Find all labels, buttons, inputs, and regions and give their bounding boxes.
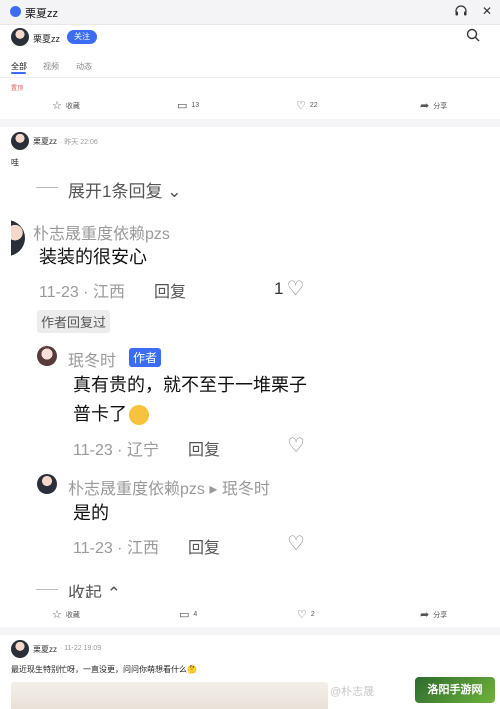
comment-icon: ▭ — [179, 609, 190, 621]
comment-button[interactable]: ▭ 4 — [179, 608, 197, 621]
heart-icon: ♡ — [297, 609, 307, 621]
avatar — [37, 346, 57, 366]
avatar — [37, 474, 57, 494]
like-button[interactable]: ♡ 2 — [297, 608, 315, 621]
heart-icon[interactable]: ♡ — [287, 531, 305, 556]
comment-text: 是的 — [73, 503, 109, 523]
post-time: · 11-22 19:09 — [60, 645, 102, 652]
author-badge: 作者 — [129, 348, 162, 367]
site-logo: 洛阳手游网 — [415, 677, 495, 703]
window-title: 栗夏zz — [25, 8, 58, 20]
share-icon: ➦ — [420, 100, 430, 112]
author-replied-badge: 作者回复过 — [37, 310, 111, 333]
collect-button[interactable]: ☆ 收藏 — [52, 99, 80, 112]
title-bar: 栗夏zz ✕ — [0, 0, 500, 25]
comment-icon: ▭ — [177, 100, 188, 112]
collect-button[interactable]: ☆ 收藏 — [52, 608, 80, 621]
like-button[interactable]: ♡ 22 — [296, 99, 318, 112]
tab-video[interactable]: 视频 — [43, 61, 59, 72]
avatar[interactable] — [11, 132, 29, 150]
section-gap — [0, 627, 500, 635]
emoji-icon — [129, 405, 149, 426]
tab-activity[interactable]: 动态 — [76, 61, 92, 72]
heart-icon[interactable]: ♡ — [287, 433, 305, 458]
post-author: 栗夏zz — [33, 137, 57, 146]
reply-button[interactable]: 回复 — [188, 534, 220, 558]
avatar[interactable] — [11, 640, 29, 658]
divider — [0, 77, 500, 78]
reply-button[interactable]: 回复 — [154, 278, 186, 302]
post-text: 最近现生特别忙呀，一直没更，问问你萌想看什么🤔 — [11, 665, 197, 674]
close-icon[interactable]: ✕ — [482, 4, 492, 18]
section-gap — [0, 119, 500, 127]
tab-all[interactable]: 全部 — [11, 61, 27, 72]
comment-meta: 11-23 · 江西 — [73, 540, 159, 557]
verified-badge-icon — [10, 6, 21, 17]
comment-text: 装装的很安心 — [39, 247, 147, 267]
post-time: · 昨天 22:06 — [60, 139, 98, 146]
chevron-up-icon: ⌃ — [106, 584, 121, 598]
post-image[interactable] — [11, 682, 328, 709]
follow-button[interactable]: 关注 — [67, 30, 97, 44]
chevron-down-icon: ⌄ — [167, 182, 182, 201]
heart-icon: ♡ — [286, 278, 305, 300]
share-button[interactable]: ➦ 分享 — [420, 608, 447, 621]
post-text: 哇 — [11, 158, 19, 167]
post-author: 栗夏zz — [33, 645, 57, 654]
comment-text: 真有贵的，就不至于一堆栗子 — [73, 375, 307, 395]
tab-indicator — [11, 72, 26, 74]
star-icon: ☆ — [52, 100, 62, 112]
comment-author: 朴志晟重度依赖pzs ▸ 珉冬时 — [68, 481, 270, 498]
star-icon: ☆ — [52, 609, 62, 621]
watermark-text: @朴志晟 — [330, 686, 375, 698]
share-button[interactable]: ➦ 分享 — [420, 99, 447, 112]
collapse-replies[interactable]: 收起 ⌃ — [68, 579, 121, 598]
reply-button[interactable]: 回复 — [188, 436, 220, 460]
comment-meta: 11-23 · 江西 — [39, 284, 125, 301]
heart-icon: ♡ — [296, 100, 306, 112]
embedded-screenshot[interactable]: 展开1条回复 ⌄ 朴志晟重度依赖pzs 装装的很安心 11-23 · 江西 回复… — [11, 173, 328, 598]
comment-like-button[interactable]: 1 ♡ — [274, 276, 304, 301]
profile-name: 栗夏zz — [33, 34, 61, 44]
comment-button[interactable]: ▭ 13 — [177, 99, 199, 112]
comment-author: 朴志晟重度依赖pzs — [33, 226, 170, 243]
comment-meta: 11-23 · 辽宁 — [73, 442, 159, 459]
share-icon: ➦ — [420, 609, 430, 621]
comment-text: 普卡了 — [73, 400, 149, 426]
comment-author: 珉冬时 — [68, 353, 117, 370]
expand-replies[interactable]: 展开1条回复 ⌄ — [68, 177, 181, 202]
pinned-tag: 置顶 — [11, 86, 24, 92]
avatar[interactable] — [11, 28, 29, 46]
headphone-icon[interactable] — [455, 5, 467, 19]
search-icon[interactable] — [466, 28, 480, 45]
avatar — [11, 220, 25, 256]
